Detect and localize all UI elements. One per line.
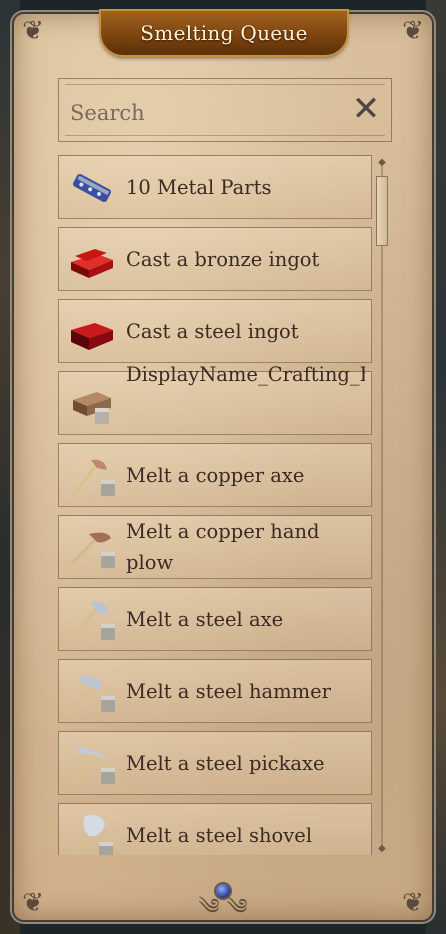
list-item-label: 10 Metal Parts	[126, 175, 272, 199]
list-item-copper-axe[interactable]: Melt a copper axe	[58, 443, 372, 507]
steel-shovel-icon	[73, 815, 113, 855]
list-scrollbar[interactable]: ◆ ◆	[374, 158, 390, 854]
copper-axe-icon	[71, 459, 115, 497]
swirl-ornament-icon: ༄ ༄	[198, 895, 248, 920]
corner-ornament-icon: ❦	[22, 888, 44, 918]
bronze-parts-icon	[73, 392, 111, 424]
corner-ornament-icon: ❦	[402, 888, 424, 918]
list-item-label: Melt a steel axe	[126, 607, 284, 631]
diamond-icon: ◆	[378, 157, 386, 168]
list-item-steel-axe[interactable]: Melt a steel axe	[58, 587, 372, 651]
bronze-ingot-icon	[71, 249, 113, 278]
list-item-label: Cast a steel ingot	[126, 319, 299, 343]
list-item-label: Melt a copper hand plow	[126, 520, 320, 574]
list-item-metal-parts[interactable]: 10 Metal Parts	[58, 155, 372, 219]
list-item-bronze-from-parts[interactable]: DisplayName_Crafting_BronzeIngotFromPart…	[58, 363, 372, 435]
steel-pickaxe-icon	[73, 747, 115, 785]
list-item-label: Melt a copper axe	[126, 463, 305, 487]
recipe-list[interactable]: 10 Metal Parts Cast a bronze ingot Cast …	[58, 155, 374, 855]
list-item-steel-hammer[interactable]: Melt a steel hammer	[58, 659, 372, 723]
title-tab: Smelting Queue	[101, 11, 347, 55]
scrollbar-thumb[interactable]	[376, 176, 388, 246]
list-item-bronze-ingot[interactable]: Cast a bronze ingot	[58, 227, 372, 291]
list-item-label: Melt a steel hammer	[126, 679, 331, 703]
list-item-label: Melt a steel shovel	[126, 823, 313, 847]
scrollbar-track	[381, 166, 383, 848]
steel-hammer-icon	[73, 674, 115, 713]
list-item-steel-pickaxe[interactable]: Melt a steel pickaxe	[58, 731, 372, 795]
diamond-icon: ◆	[378, 843, 386, 854]
search-input[interactable]	[68, 94, 342, 132]
copper-plow-icon	[69, 532, 115, 568]
corner-ornament-icon: ❦	[402, 16, 424, 46]
list-item-label: Cast a bronze ingot	[126, 247, 320, 271]
metal-parts-icon	[72, 173, 112, 203]
list-item-copper-hand-plow[interactable]: Melt a copper hand plow	[58, 515, 372, 579]
steel-ingot-icon	[71, 323, 113, 350]
window-title: Smelting Queue	[140, 21, 308, 45]
steel-axe-icon	[71, 601, 115, 641]
list-item-steel-ingot[interactable]: Cast a steel ingot	[58, 299, 372, 363]
list-item-steel-shovel[interactable]: Melt a steel shovel	[58, 803, 372, 855]
bottom-ornament: ༄ ༄	[195, 882, 251, 922]
list-item-label: DisplayName_Crafting_BronzeIngotFromPart…	[126, 363, 365, 386]
close-x-icon[interactable]: ✕	[350, 92, 382, 126]
list-item-label: Melt a steel pickaxe	[126, 751, 325, 775]
corner-ornament-icon: ❦	[22, 16, 44, 46]
